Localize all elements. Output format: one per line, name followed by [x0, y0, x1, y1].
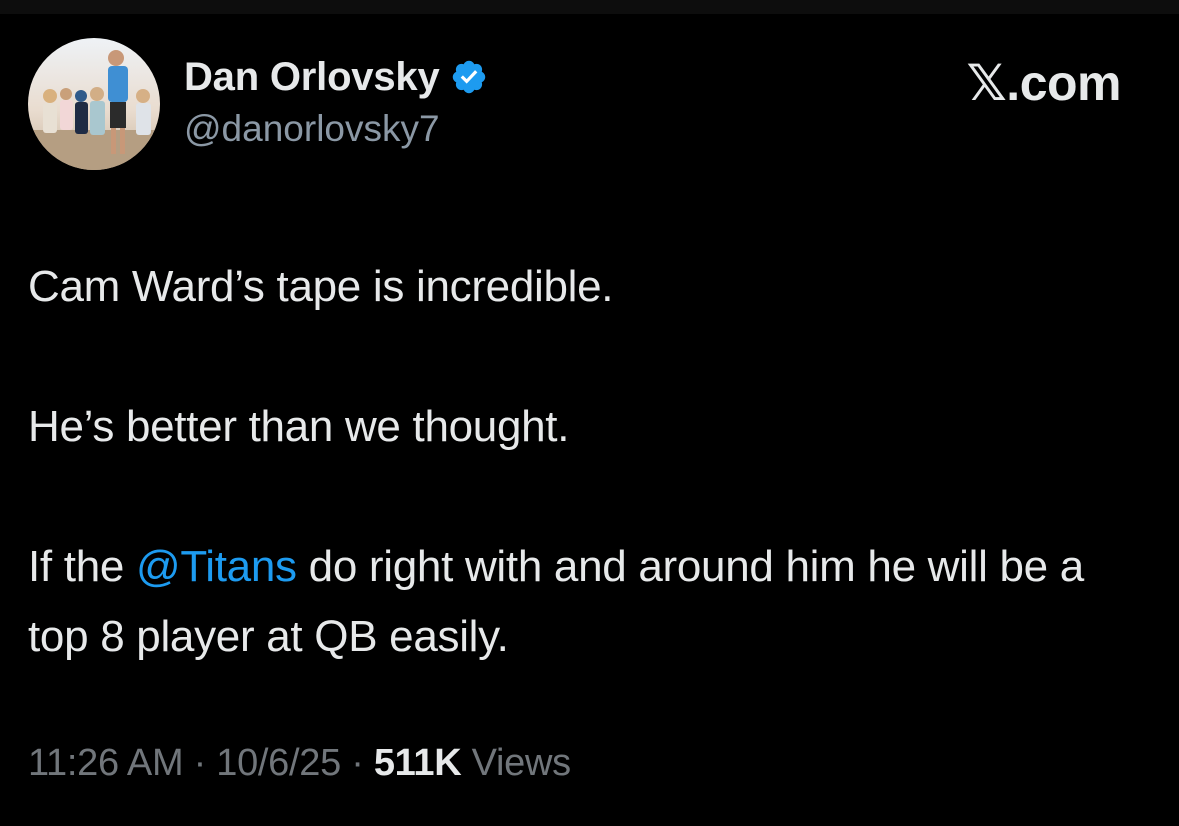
- views-count: 511K: [373, 742, 462, 784]
- author-handle[interactable]: @danorlovsky7: [184, 108, 488, 150]
- x-com-logo: 𝕏.com: [966, 55, 1122, 111]
- meta-separator: ·: [351, 742, 364, 784]
- meta-separator: ·: [193, 742, 207, 784]
- author-display-name[interactable]: Dan Orlovsky: [184, 55, 440, 100]
- tweet-text-before-mention: If the: [28, 542, 136, 591]
- views-label: Views: [471, 742, 571, 784]
- name-row: Dan Orlovsky: [184, 54, 488, 100]
- mention-link[interactable]: @Titans: [136, 542, 297, 591]
- tweet-meta: 11:26 AM · 10/6/25 · 511K Views: [28, 742, 571, 785]
- author-avatar[interactable]: [28, 38, 160, 170]
- profile-photo-icon: [28, 38, 160, 170]
- tweet-date[interactable]: 10/6/25: [216, 742, 341, 784]
- tweet-line: Cam Ward’s tape is incredible.: [28, 262, 614, 311]
- tweet-time[interactable]: 11:26 AM: [28, 742, 184, 784]
- tweet-text: Cam Ward’s tape is incredible. He’s bett…: [28, 252, 1138, 672]
- tweet-line: He’s better than we thought.: [28, 402, 570, 451]
- verified-badge-icon: [450, 58, 488, 96]
- author-block: Dan Orlovsky @danorlovsky7: [184, 54, 488, 150]
- tweet-line: If the @Titans do right with and around …: [28, 532, 1138, 672]
- top-strip: [0, 0, 1179, 14]
